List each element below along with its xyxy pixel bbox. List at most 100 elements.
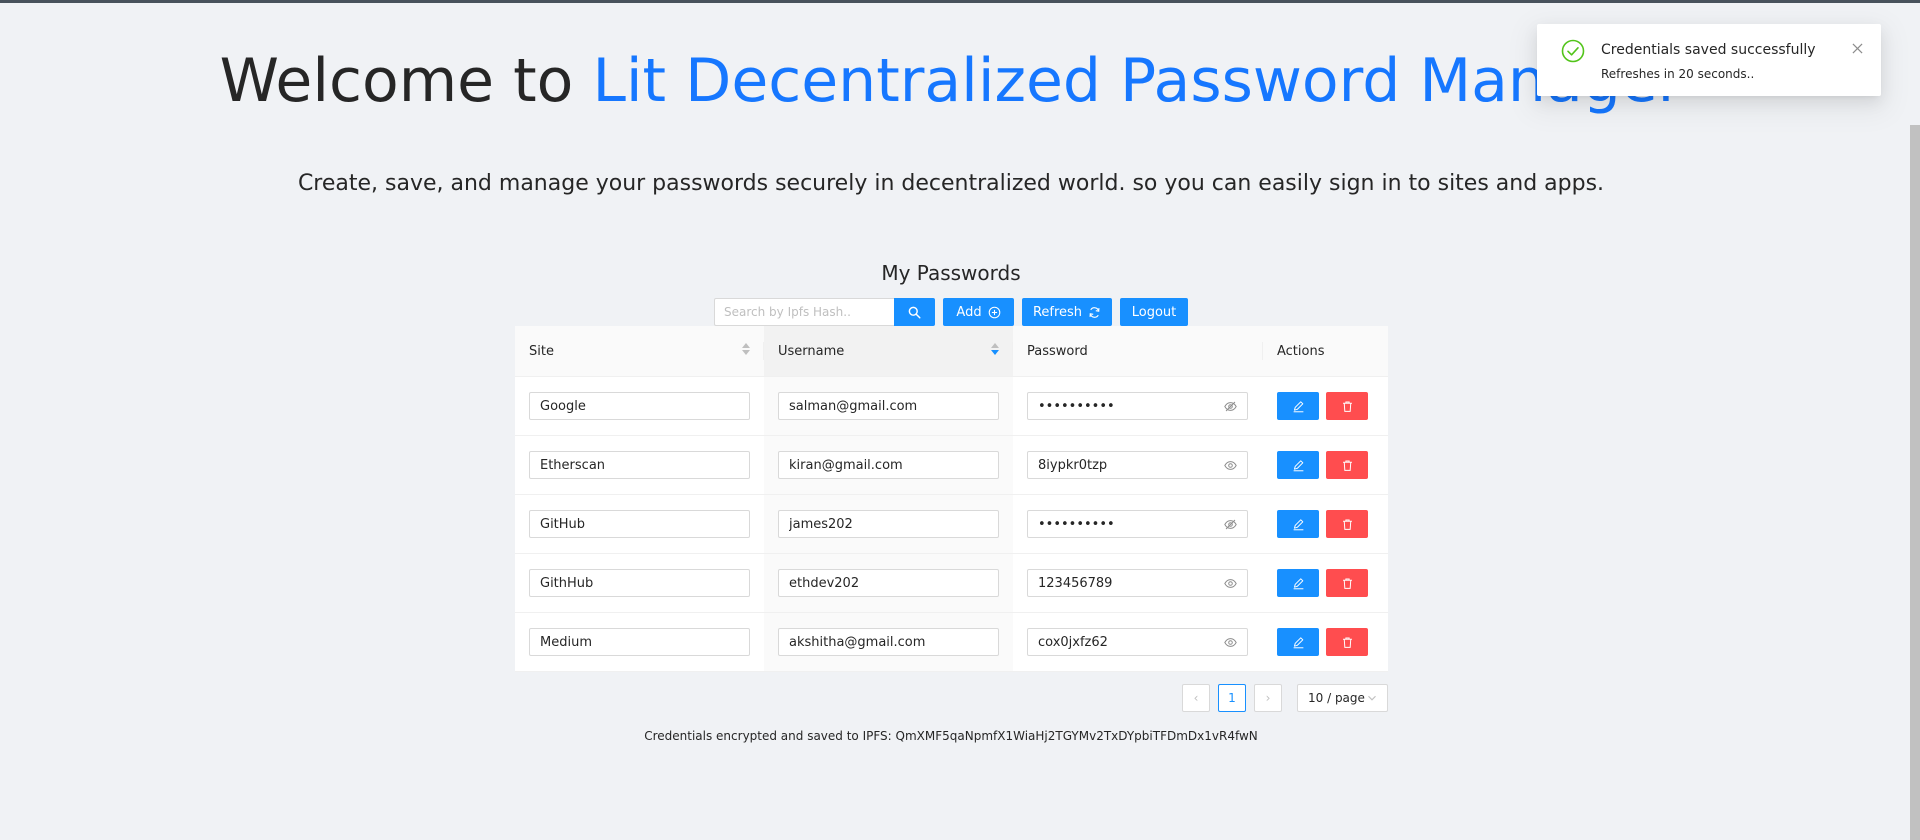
eye-invisible-icon[interactable]: [1224, 518, 1237, 531]
trash-icon: [1341, 400, 1354, 413]
table-header: Site Username Password Actions: [515, 326, 1388, 377]
window-top-border: [0, 0, 1920, 3]
username-field[interactable]: [778, 569, 999, 597]
page-scrollbar[interactable]: [1910, 125, 1920, 840]
edit-button[interactable]: [1277, 510, 1319, 538]
column-header-password: Password: [1013, 326, 1263, 376]
page-size-select[interactable]: 10 / page: [1297, 684, 1388, 712]
section-title: My Passwords: [881, 261, 1021, 285]
password-input[interactable]: [1038, 457, 1224, 473]
edit-icon: [1292, 577, 1305, 590]
password-cell: [1013, 554, 1263, 612]
site-cell: [515, 377, 764, 435]
username-cell: [764, 613, 1013, 671]
password-field[interactable]: [1027, 510, 1248, 538]
eye-icon[interactable]: [1224, 577, 1237, 590]
actions-cell: [1263, 436, 1388, 494]
table-body: [515, 377, 1388, 672]
notification-title: Credentials saved successfully: [1601, 42, 1816, 58]
site-field[interactable]: [529, 628, 750, 656]
password-field[interactable]: [1027, 628, 1248, 656]
password-input[interactable]: [1038, 575, 1224, 591]
delete-button[interactable]: [1326, 451, 1368, 479]
table-row: [515, 495, 1388, 554]
site-field[interactable]: [529, 569, 750, 597]
toolbar: Add Refresh Logout: [714, 298, 1188, 326]
column-header-site-label: Site: [529, 343, 554, 359]
password-cell: [1013, 495, 1263, 553]
refresh-button[interactable]: Refresh: [1022, 298, 1112, 326]
column-header-actions: Actions: [1263, 326, 1388, 376]
sort-icon[interactable]: [742, 343, 750, 355]
edit-icon: [1292, 400, 1305, 413]
close-icon[interactable]: [1849, 40, 1865, 56]
actions-cell: [1263, 495, 1388, 553]
search-icon: [908, 306, 921, 319]
trash-icon: [1341, 518, 1354, 531]
username-field[interactable]: [778, 392, 999, 420]
table-row: [515, 554, 1388, 613]
site-field[interactable]: [529, 392, 750, 420]
ipfs-status-note: Credentials encrypted and saved to IPFS:…: [644, 729, 1258, 743]
column-header-username-label: Username: [778, 343, 845, 359]
actions-cell: [1263, 554, 1388, 612]
logout-button[interactable]: Logout: [1120, 298, 1188, 326]
prev-page-button[interactable]: ‹: [1182, 684, 1210, 712]
site-cell: [515, 613, 764, 671]
eye-icon[interactable]: [1224, 459, 1237, 472]
page-title-accent: Lit Decentralized Password Manager: [592, 46, 1683, 116]
edit-icon: [1292, 459, 1305, 472]
password-cell: [1013, 377, 1263, 435]
edit-button[interactable]: [1277, 569, 1319, 597]
column-header-username[interactable]: Username: [764, 326, 1013, 376]
sort-icon[interactable]: [991, 343, 999, 355]
page-size-label: 10 / page: [1308, 691, 1365, 705]
add-button[interactable]: Add: [943, 298, 1014, 326]
username-field[interactable]: [778, 628, 999, 656]
column-header-password-label: Password: [1027, 343, 1088, 359]
password-cell: [1013, 436, 1263, 494]
delete-button[interactable]: [1326, 569, 1368, 597]
delete-button[interactable]: [1326, 392, 1368, 420]
refresh-button-label: Refresh: [1032, 304, 1083, 320]
delete-button[interactable]: [1326, 510, 1368, 538]
pagination: ‹ 1 › 10 / page: [1182, 684, 1388, 712]
next-page-button[interactable]: ›: [1254, 684, 1282, 712]
sync-icon: [1088, 306, 1101, 319]
trash-icon: [1341, 636, 1354, 649]
edit-icon: [1292, 636, 1305, 649]
username-cell: [764, 377, 1013, 435]
password-field[interactable]: [1027, 392, 1248, 420]
password-field[interactable]: [1027, 451, 1248, 479]
page-subtitle: Create, save, and manage your passwords …: [297, 171, 1605, 196]
site-field[interactable]: [529, 510, 750, 538]
eye-icon[interactable]: [1224, 636, 1237, 649]
username-cell: [764, 436, 1013, 494]
table-row: [515, 613, 1388, 672]
actions-cell: [1263, 613, 1388, 671]
edit-button[interactable]: [1277, 628, 1319, 656]
check-circle-icon: [1561, 39, 1585, 67]
username-cell: [764, 495, 1013, 553]
site-cell: [515, 495, 764, 553]
edit-button[interactable]: [1277, 451, 1319, 479]
page-title-prefix: Welcome to: [219, 46, 593, 116]
column-header-actions-label: Actions: [1277, 343, 1325, 359]
search-input[interactable]: [714, 298, 894, 326]
search-button[interactable]: [894, 298, 935, 326]
edit-button[interactable]: [1277, 392, 1319, 420]
site-field[interactable]: [529, 451, 750, 479]
delete-button[interactable]: [1326, 628, 1368, 656]
page-1-button[interactable]: 1: [1218, 684, 1246, 712]
eye-invisible-icon[interactable]: [1224, 400, 1237, 413]
password-input[interactable]: [1038, 398, 1224, 414]
password-input[interactable]: [1038, 516, 1224, 532]
table-row: [515, 436, 1388, 495]
passwords-table: Site Username Password Actions: [515, 326, 1388, 672]
username-field[interactable]: [778, 510, 999, 538]
password-input[interactable]: [1038, 634, 1224, 650]
username-field[interactable]: [778, 451, 999, 479]
site-cell: [515, 436, 764, 494]
column-header-site[interactable]: Site: [515, 326, 764, 376]
password-field[interactable]: [1027, 569, 1248, 597]
